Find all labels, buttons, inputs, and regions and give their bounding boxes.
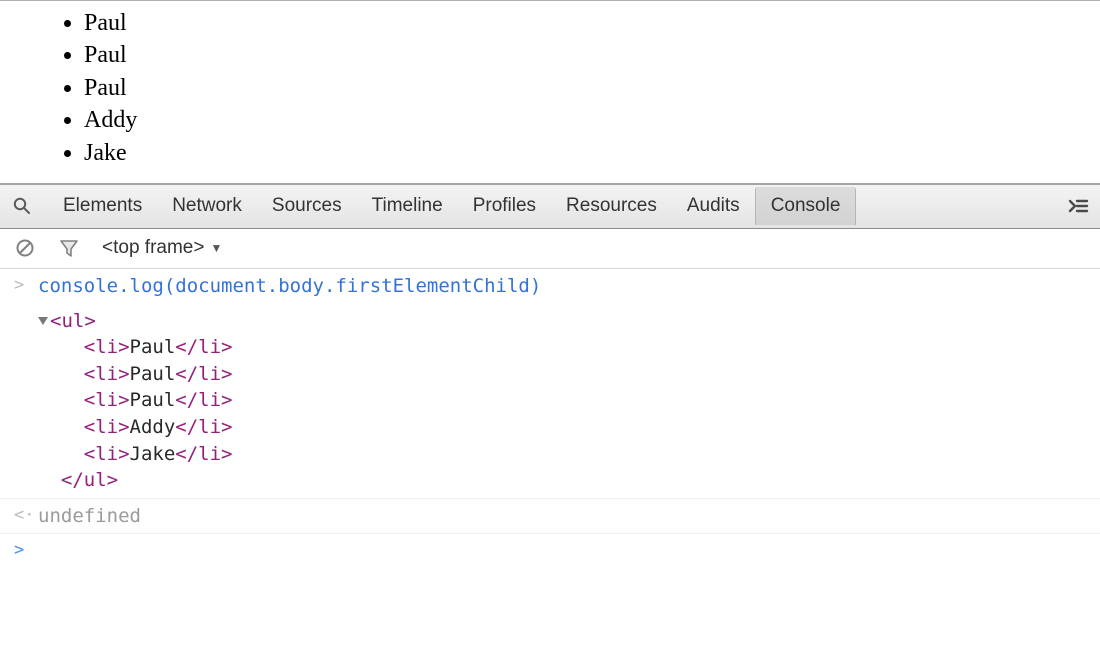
console-prompt-row[interactable]: >: [0, 534, 1100, 566]
tab-timeline[interactable]: Timeline: [357, 187, 458, 225]
console-toolbar: <top frame> ▼: [0, 229, 1100, 269]
li-close-tag: </li>: [175, 389, 232, 411]
output-marker-icon: <·: [14, 503, 38, 527]
li-open-tag: <li>: [84, 389, 130, 411]
tab-audits[interactable]: Audits: [672, 187, 755, 225]
devtools-panel: Elements Network Sources Timeline Profil…: [0, 185, 1100, 566]
list-item: Addy: [84, 104, 1100, 136]
clear-console-icon[interactable]: [14, 237, 36, 259]
tab-sources[interactable]: Sources: [257, 187, 357, 225]
tab-console[interactable]: Console: [755, 187, 857, 225]
li-text: Jake: [130, 443, 176, 465]
tab-elements[interactable]: Elements: [48, 187, 157, 225]
console-output-row[interactable]: <ul> <li>Paul</li> <li>Paul</li> <li>Pau…: [0, 304, 1100, 499]
ul-close-tag: </ul>: [61, 469, 118, 491]
element-tree[interactable]: <ul> <li>Paul</li> <li>Paul</li> <li>Pau…: [38, 308, 1090, 494]
li-close-tag: </li>: [175, 443, 232, 465]
tab-network[interactable]: Network: [157, 187, 257, 225]
list-item: Jake: [84, 137, 1100, 169]
prompt-marker-icon: >: [14, 538, 38, 562]
tab-profiles[interactable]: Profiles: [458, 187, 551, 225]
list-item: Paul: [84, 39, 1100, 71]
li-open-tag: <li>: [84, 363, 130, 385]
li-open-tag: <li>: [84, 416, 130, 438]
toggle-drawer-icon[interactable]: [1066, 194, 1090, 218]
li-close-tag: </li>: [175, 416, 232, 438]
list-item: Paul: [84, 72, 1100, 104]
li-close-tag: </li>: [175, 363, 232, 385]
console-command-text: console.log(document.body.firstElementCh…: [38, 273, 1090, 300]
input-marker-icon: >: [14, 273, 38, 297]
frame-label: <top frame>: [102, 237, 204, 259]
tab-resources[interactable]: Resources: [551, 187, 672, 225]
li-open-tag: <li>: [84, 443, 130, 465]
li-text: Paul: [130, 363, 176, 385]
page-content-pane: Paul Paul Paul Addy Jake: [0, 0, 1100, 185]
li-text: Paul: [130, 389, 176, 411]
console-body: > console.log(document.body.firstElement…: [0, 269, 1100, 566]
li-close-tag: </li>: [175, 336, 232, 358]
devtools-tabs: Elements Network Sources Timeline Profil…: [48, 187, 1066, 225]
chevron-down-icon: ▼: [210, 241, 222, 255]
console-return-row: <· undefined: [0, 499, 1100, 535]
filter-icon[interactable]: [58, 237, 80, 259]
li-text: Paul: [130, 336, 176, 358]
li-open-tag: <li>: [84, 336, 130, 358]
devtools-tabbar: Elements Network Sources Timeline Profil…: [0, 185, 1100, 229]
ul-open-tag: <ul>: [50, 310, 96, 332]
disclosure-triangle-icon[interactable]: [38, 317, 48, 325]
console-input-row: > console.log(document.body.firstElement…: [0, 269, 1100, 304]
return-value: undefined: [38, 503, 1090, 530]
list-item: Paul: [84, 7, 1100, 39]
execution-context-select[interactable]: <top frame> ▼: [102, 237, 222, 259]
page-list: Paul Paul Paul Addy Jake: [0, 7, 1100, 169]
search-icon[interactable]: [10, 194, 34, 218]
li-text: Addy: [130, 416, 176, 438]
